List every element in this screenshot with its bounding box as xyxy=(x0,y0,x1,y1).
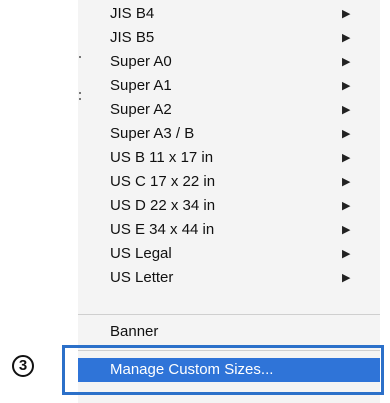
submenu-arrow-icon: ▶ xyxy=(342,248,351,260)
menu-item-list: JIS B4 ▶ JIS B5 ▶ Super A0 ▶ Super A1 ▶ Super A2… xyxy=(78,2,380,290)
menu-item[interactable]: Super A3 / B ▶ xyxy=(78,122,380,146)
menu-item-label: US B 11 x 17 in xyxy=(110,149,214,166)
menu-item[interactable]: US Legal ▶ xyxy=(78,242,380,266)
menu-item[interactable]: Super A2 ▶ xyxy=(78,98,380,122)
step-number: 3 xyxy=(18,357,28,374)
menu-item-label: US C 17 x 22 in xyxy=(110,173,216,190)
stray-mark xyxy=(79,92,81,94)
menu-item[interactable]: Super A1 ▶ xyxy=(78,74,380,98)
menu-item-label: Super A0 xyxy=(110,53,172,70)
menu-item-label: Banner xyxy=(110,323,159,340)
submenu-arrow-icon: ▶ xyxy=(342,32,351,44)
menu-item-label: JIS B4 xyxy=(110,5,155,22)
menu-item[interactable]: US B 11 x 17 in ▶ xyxy=(78,146,380,170)
stray-mark xyxy=(79,56,81,58)
menu-item-label: Super A2 xyxy=(110,101,172,118)
submenu-arrow-icon: ▶ xyxy=(342,56,351,68)
submenu-arrow-icon: ▶ xyxy=(342,272,351,284)
menu-item-label: JIS B5 xyxy=(110,29,155,46)
submenu-arrow-icon: ▶ xyxy=(342,128,351,140)
submenu-arrow-icon: ▶ xyxy=(342,200,351,212)
submenu-arrow-icon: ▶ xyxy=(342,80,351,92)
menu-item-label: US Legal xyxy=(110,245,172,262)
menu-item[interactable]: US C 17 x 22 in ▶ xyxy=(78,170,380,194)
menu-item[interactable]: JIS B4 ▶ xyxy=(78,2,380,26)
menu-item-label: US Letter xyxy=(110,269,174,286)
menu-item-label: US D 22 x 34 in xyxy=(110,197,216,214)
menu-item[interactable]: US Letter ▶ xyxy=(78,266,380,290)
menu-item[interactable]: Super A0 ▶ xyxy=(78,50,380,74)
submenu-arrow-icon: ▶ xyxy=(342,8,351,20)
menu-item-label: Super A3 / B xyxy=(110,125,195,142)
menu-item-banner[interactable]: Banner xyxy=(78,320,390,344)
annotation-highlight-box xyxy=(62,345,384,395)
menu-item-label: US E 34 x 44 in xyxy=(110,221,215,238)
menu-item[interactable]: JIS B5 ▶ xyxy=(78,26,380,50)
stray-mark xyxy=(79,98,81,100)
step-number-marker: 3 xyxy=(12,355,34,377)
paper-size-menu: JIS B4 ▶ JIS B5 ▶ Super A0 ▶ Super A1 ▶ Super A2… xyxy=(78,0,380,403)
menu-item-label: Super A1 xyxy=(110,77,172,94)
submenu-arrow-icon: ▶ xyxy=(342,176,351,188)
submenu-arrow-icon: ▶ xyxy=(342,224,351,236)
menu-item[interactable]: US D 22 x 34 in ▶ xyxy=(78,194,380,218)
menu-separator xyxy=(78,314,380,315)
submenu-arrow-icon: ▶ xyxy=(342,152,351,164)
menu-item[interactable]: US E 34 x 44 in ▶ xyxy=(78,218,380,242)
submenu-arrow-icon: ▶ xyxy=(342,104,351,116)
